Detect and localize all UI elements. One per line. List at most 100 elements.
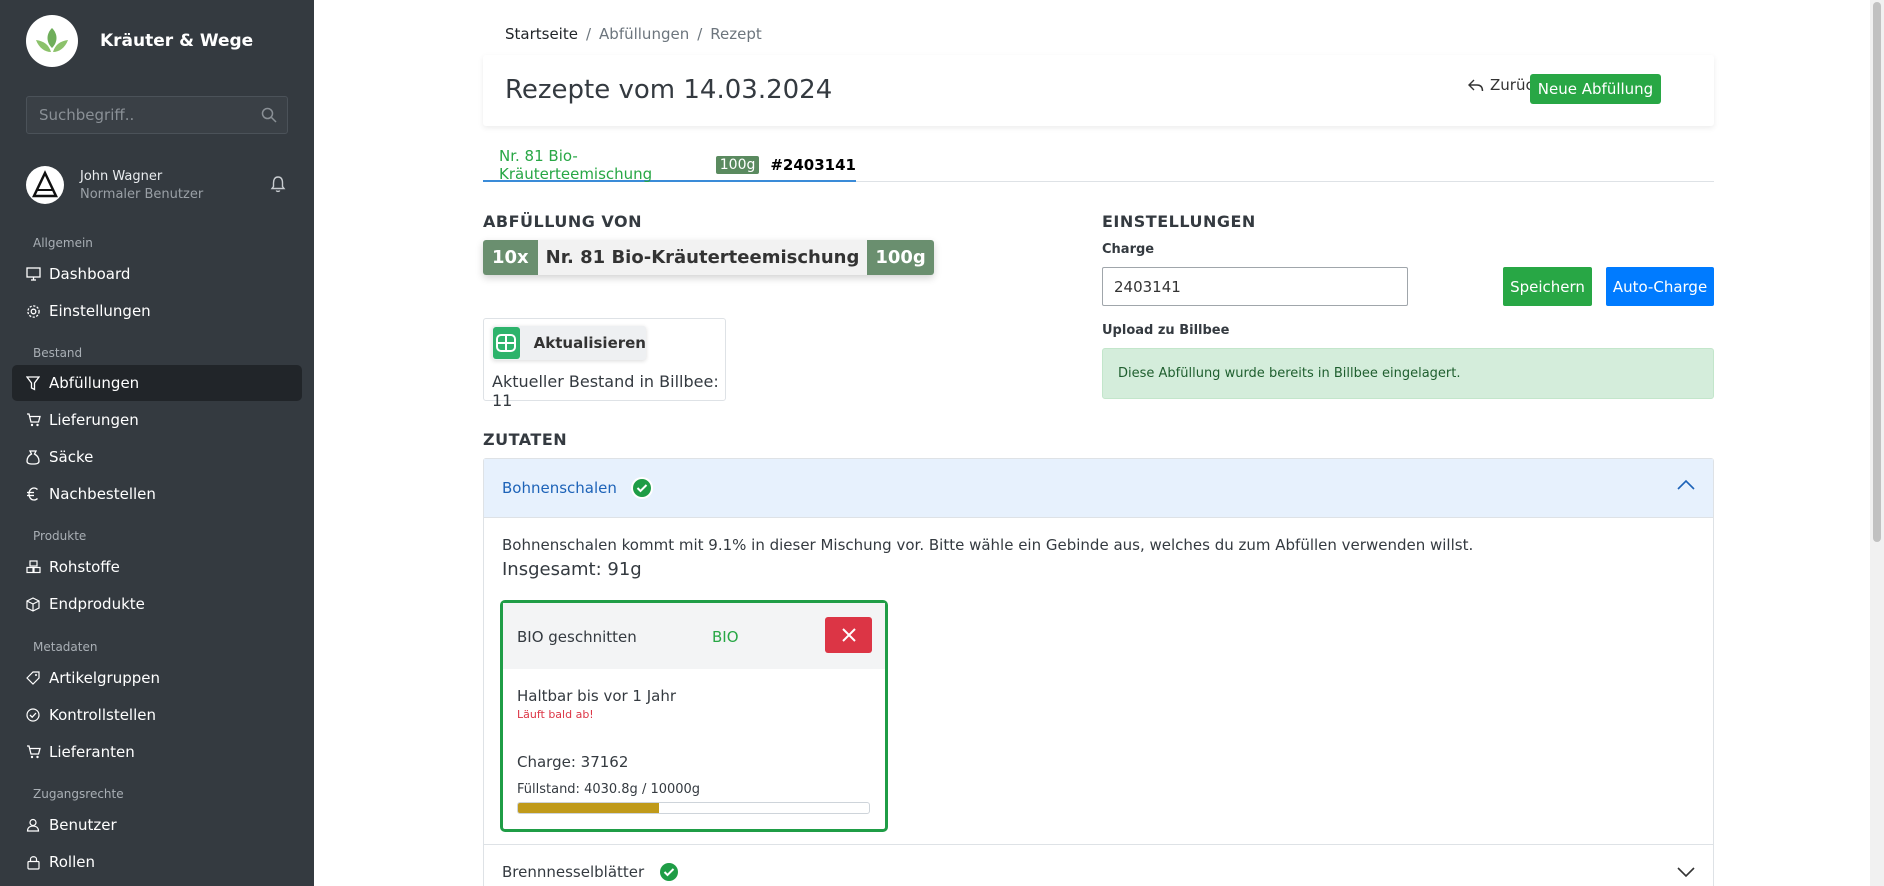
upload-label: Upload zu Billbee — [1102, 323, 1230, 338]
tab-qty-badge: 100g — [715, 156, 760, 174]
ingredient-header-brennnesselblaetter[interactable]: Brennnesselblätter — [484, 844, 1713, 886]
search-box[interactable] — [26, 96, 288, 134]
nav-item-dashboard[interactable]: Dashboard — [12, 256, 302, 292]
nav-label: Endprodukte — [49, 595, 145, 613]
lock-icon — [25, 854, 41, 870]
nav-item-saecke[interactable]: Säcke — [12, 439, 302, 475]
ingredients-title: ZUTATEN — [483, 430, 568, 449]
auto-charge-button[interactable]: Auto-Charge — [1606, 267, 1714, 306]
nav-item-endprodukte[interactable]: Endprodukte — [12, 586, 302, 622]
breadcrumb-home[interactable]: Startseite — [505, 25, 578, 43]
recipe-tabs: Nr. 81 Bio-Kräuterteemischung 100g #2403… — [483, 147, 1714, 183]
filling-product-badge: 10x Nr. 81 Bio-Kräuterteemischung 100g — [483, 240, 934, 275]
ingredient-name: Brennnesselblätter — [502, 863, 645, 881]
user-name: John Wagner — [80, 168, 163, 184]
remove-lot-button[interactable] — [825, 617, 872, 653]
nav-label: Nachbestellen — [49, 485, 156, 503]
search-input[interactable] — [27, 97, 287, 133]
scrollbar-thumb[interactable] — [1873, 2, 1881, 542]
filling-title: ABFÜLLUNG VON — [483, 212, 642, 231]
nav-item-benutzer[interactable]: Benutzer — [12, 807, 302, 843]
cart-icon — [25, 744, 41, 760]
tab-recipe[interactable]: Nr. 81 Bio-Kräuterteemischung 100g #2403… — [483, 147, 856, 183]
nav-section-allgemein: Allgemein — [33, 236, 93, 250]
breadcrumb-abfuellungen[interactable]: Abfüllungen — [599, 25, 689, 43]
fill-progress — [517, 802, 870, 814]
save-button[interactable]: Speichern — [1503, 267, 1592, 306]
main-content: Startseite / Abfüllungen / Rezept Rezepte vo… — [314, 0, 1884, 886]
close-icon — [841, 628, 856, 642]
nav-label: Säcke — [49, 448, 94, 466]
brand-name: Kräuter & Wege — [100, 31, 254, 51]
avatar[interactable] — [26, 166, 64, 204]
lot-bio-label: BIO — [712, 628, 739, 646]
filling-qty: 100g — [867, 240, 934, 275]
nav-item-rollen[interactable]: Rollen — [12, 844, 302, 880]
nav-label: Dashboard — [49, 265, 131, 283]
billbee-icon — [493, 327, 520, 359]
filling-product: Nr. 81 Bio-Kräuterteemischung — [537, 240, 868, 275]
nav-item-einstellungen[interactable]: Einstellungen — [12, 293, 302, 329]
check-icon — [630, 477, 653, 499]
tab-product-name: Nr. 81 Bio-Kräuterteemischung — [499, 147, 653, 183]
update-billbee-button[interactable]: Aktualisieren — [492, 326, 646, 360]
boxes-icon — [25, 559, 41, 575]
chevron-up-icon[interactable] — [1677, 479, 1695, 490]
lot-card[interactable]: BIO geschnitten BIO Haltbar bis vor 1 Ja… — [500, 600, 888, 832]
nav-item-artikelgruppen[interactable]: Artikelgruppen — [12, 660, 302, 696]
reply-icon — [1468, 79, 1484, 91]
bell-icon[interactable] — [270, 175, 286, 193]
nav-label: Rollen — [49, 853, 95, 871]
nav-label: Rohstoffe — [49, 558, 120, 576]
nav-item-nachbestellen[interactable]: Nachbestellen — [12, 476, 302, 512]
new-filling-button[interactable]: Neue Abfüllung — [1530, 74, 1661, 104]
nav-item-lieferungen[interactable]: Lieferungen — [12, 402, 302, 438]
user-role: Normaler Benutzer — [80, 186, 204, 202]
nav-label: Benutzer — [49, 816, 117, 834]
ingredient-header-bohnenschalen[interactable]: Bohnenschalen — [484, 459, 1713, 518]
lot-title: BIO geschnitten — [517, 628, 637, 646]
gear-icon — [25, 303, 41, 319]
monitor-icon — [25, 266, 41, 282]
avatar-logo-icon — [32, 170, 58, 198]
search-icon[interactable] — [261, 107, 277, 123]
lot-charge: Charge: 37162 — [517, 753, 629, 771]
nav-section-zugangsrechte: Zugangsrechte — [33, 787, 124, 801]
nav-section-bestand: Bestand — [33, 346, 83, 360]
scrollbar[interactable] — [1870, 0, 1884, 886]
box-icon — [25, 596, 41, 612]
billbee-alert: Diese Abfüllung wurde bereits in Billbee… — [1102, 348, 1714, 399]
cart-icon — [25, 412, 41, 428]
funnel-icon — [25, 375, 41, 391]
nav-item-kontrollstellen[interactable]: Kontrollstellen — [12, 697, 302, 733]
ingredient-name: Bohnenschalen — [502, 479, 617, 497]
nav-item-rohstoffe[interactable]: Rohstoffe — [12, 549, 302, 585]
ingredient-total: Insgesamt: 91g — [502, 559, 642, 580]
nav-label: Artikelgruppen — [49, 669, 160, 687]
lot-warning: Läuft bald ab! — [517, 708, 594, 721]
fill-progress-bar — [518, 803, 660, 813]
brand[interactable]: Kräuter & Wege — [26, 15, 253, 67]
ingredients-accordion: Bohnenschalen Bohnenschalen kommt mit 9.… — [483, 458, 1714, 886]
charge-input[interactable] — [1102, 267, 1408, 306]
sidebar: Kräuter & Wege John Wagner Normaler Benu… — [0, 0, 314, 886]
nav-section-produkte: Produkte — [33, 529, 87, 543]
nav-section-metadaten: Metadaten — [33, 640, 98, 654]
lot-expiry: Haltbar bis vor 1 Jahr — [517, 687, 677, 705]
leaf-icon — [36, 28, 68, 52]
lot-header: BIO geschnitten BIO — [503, 603, 885, 669]
user-icon — [25, 817, 41, 833]
page-header: Rezepte vom 14.03.2024 Zurück Neue Abfül… — [483, 55, 1714, 126]
nav-label: Kontrollstellen — [49, 706, 156, 724]
nav-item-abfuellungen[interactable]: Abfüllungen — [12, 365, 302, 401]
page-title: Rezepte vom 14.03.2024 — [505, 75, 833, 105]
update-label: Aktualisieren — [533, 334, 646, 352]
nav-label: Einstellungen — [49, 302, 151, 320]
check-icon — [658, 861, 681, 883]
nav-item-lieferanten[interactable]: Lieferanten — [12, 734, 302, 770]
user-panel: John Wagner Normaler Benutzer — [26, 165, 288, 205]
nav-label: Lieferanten — [49, 743, 135, 761]
breadcrumb: Startseite / Abfüllungen / Rezept — [505, 25, 762, 43]
chevron-down-icon[interactable] — [1677, 867, 1695, 878]
lot-fill-level: Füllstand: 4030.8g / 10000g — [517, 782, 701, 797]
